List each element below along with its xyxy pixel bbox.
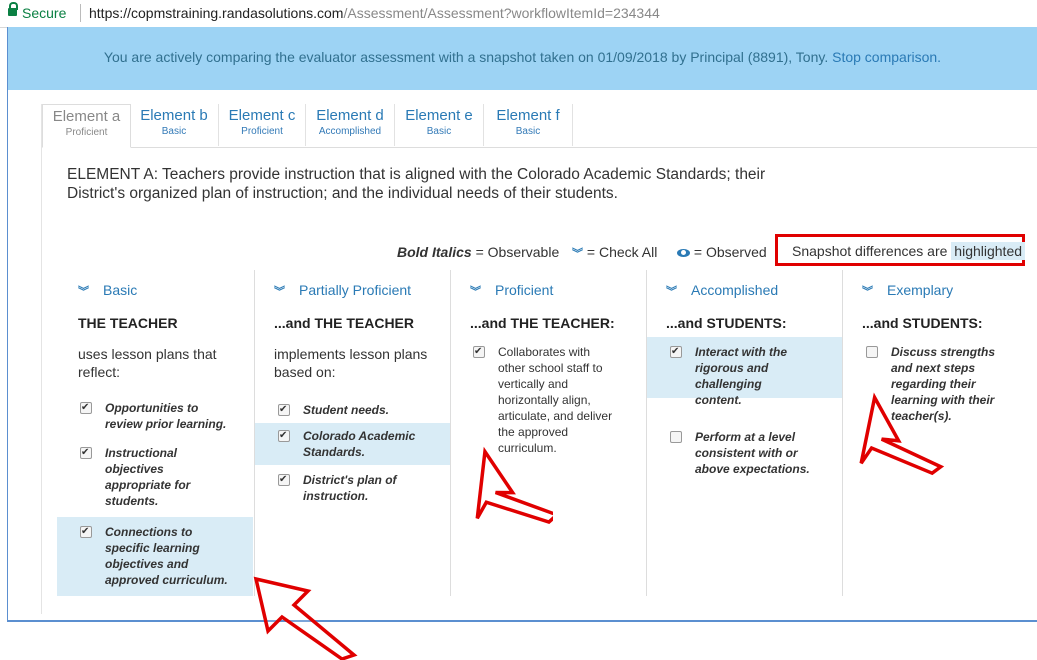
checkbox-checked[interactable]: [80, 400, 92, 416]
legend-check-all-text: = Check All: [586, 244, 658, 260]
legend-observed-text: = Observed: [693, 244, 767, 260]
rubric-item-text: District's plan of instruction.: [303, 473, 397, 503]
tab-element-c[interactable]: Element c Proficient: [219, 104, 306, 146]
eye-icon: [677, 249, 690, 258]
annotation-arrow-icon: [475, 446, 553, 525]
element-tabs: Element a Proficient Element b Basic Ele…: [42, 104, 1037, 148]
rubric-item-text: Colorado Academic Standards.: [303, 429, 416, 459]
chevron-double-down-icon: ︾: [862, 286, 873, 298]
lock-icon: [8, 2, 18, 16]
annotation-arrow-icon: [859, 392, 945, 476]
snapshot-differences-callout: Snapshot differences are highlighted: [775, 234, 1026, 266]
checkbox-unchecked[interactable]: [670, 431, 682, 443]
checkbox-checked[interactable]: [278, 472, 290, 488]
secure-label: Secure: [22, 5, 67, 21]
checkbox-checked[interactable]: [80, 524, 92, 540]
column-subheading: ...and THE TEACHER:: [470, 315, 615, 331]
checkbox-unchecked[interactable]: [866, 346, 878, 358]
column-subheading: THE TEACHER: [78, 315, 178, 331]
content-left-border: [41, 104, 42, 614]
rubric-column-accomplished: ︾ Accomplished ...and STUDENTS: Interact …: [646, 272, 842, 602]
tab-element-d[interactable]: Element d Accomplished: [306, 104, 395, 146]
chevron-double-down-icon: ︾: [572, 248, 583, 260]
legend-observable: Bold Italics = Observable: [397, 244, 559, 260]
rubric-item-text: Instructional objectives appropriate for…: [105, 446, 191, 508]
tab-element-f[interactable]: Element f Basic: [484, 104, 573, 146]
check-all-basic[interactable]: ︾ Basic: [78, 282, 137, 299]
tab-element-e[interactable]: Element e Basic: [395, 104, 484, 146]
tab-rating: Proficient: [65, 127, 108, 138]
tab-label: Element d: [316, 107, 384, 124]
checkbox-checked[interactable]: [473, 344, 485, 360]
legend-observed: = Observed: [677, 244, 767, 260]
rubric-item-text: Collaborates with other school staff to …: [498, 345, 613, 455]
column-heading: Basic: [103, 282, 138, 298]
legend-check-all: ︾ = Check All: [572, 244, 657, 261]
check-all-proficient[interactable]: ︾ Proficient: [470, 282, 553, 299]
legend-bold-italics: Bold Italics: [397, 244, 472, 260]
tab-label: Element b: [140, 107, 208, 124]
tab-label: Element a: [52, 108, 121, 125]
check-all-exemplary[interactable]: ︾ Exemplary: [862, 282, 953, 299]
rubric-item-text: Interact with the rigorous and challengi…: [695, 345, 788, 407]
banner-text: You are actively comparing the evaluator…: [103, 49, 829, 65]
rubric-item-text: Opportunities to review prior learning.: [105, 401, 227, 431]
column-intro: uses lesson plans that reflect:: [78, 346, 217, 380]
check-all-accomplished[interactable]: ︾ Accomplished: [666, 282, 778, 299]
annotation-arrow-icon: [253, 576, 358, 660]
tab-rating: Basic: [161, 126, 187, 137]
rubric-column-partially-proficient: ︾ Partially Proficient ...and THE TEACHER…: [254, 272, 450, 602]
tab-label: Element c: [228, 107, 296, 124]
stop-comparison-link[interactable]: Stop comparison.: [832, 49, 941, 65]
checkbox-checked[interactable]: [670, 344, 682, 360]
chevron-double-down-icon: ︾: [78, 286, 89, 298]
rubric-item-text: Student needs.: [303, 403, 390, 417]
tab-element-b[interactable]: Element b Basic: [130, 104, 219, 146]
column-subheading: ...and THE TEACHER: [274, 315, 415, 331]
url-text[interactable]: https://copmstraining.randasolutions.com…: [89, 5, 660, 21]
tab-rating: Accomplished: [318, 126, 382, 137]
browser-address-bar[interactable]: Secure https://copmstraining.randasoluti…: [0, 0, 1037, 28]
rubric-item-text: Connections to specific learning objecti…: [105, 525, 228, 587]
comparison-banner: You are actively comparing the evaluator…: [8, 27, 1037, 90]
snapshot-highlight-sample: highlighted: [951, 242, 1026, 260]
chevron-double-down-icon: ︾: [666, 286, 677, 298]
column-heading: Accomplished: [691, 282, 779, 298]
chevron-double-down-icon: ︾: [470, 286, 481, 298]
checkbox-checked[interactable]: [80, 445, 92, 461]
tab-element-a[interactable]: Element a Proficient: [42, 104, 131, 148]
column-heading: Exemplary: [887, 282, 954, 298]
chevron-double-down-icon: ︾: [274, 286, 285, 298]
url-host: https://copmstraining.randasolutions.com: [89, 5, 344, 21]
rubric-column-proficient: ︾ Proficient ...and THE TEACHER: Collabor…: [450, 272, 646, 602]
column-heading: Proficient: [495, 282, 554, 298]
tab-label: Element e: [405, 107, 473, 124]
column-subheading: ...and STUDENTS:: [666, 315, 787, 331]
tab-rating: Proficient: [241, 126, 283, 137]
column-subheading: ...and STUDENTS:: [862, 315, 983, 331]
rubric-item-text: Perform at a level consistent with or ab…: [695, 430, 810, 476]
rubric-column-basic: ︾ Basic THE TEACHER uses lesson plans tha…: [58, 272, 254, 602]
checkbox-checked[interactable]: [278, 428, 290, 444]
tab-rating: Basic: [515, 126, 541, 137]
column-intro: implements lesson plans based on:: [274, 346, 428, 380]
column-heading: Partially Proficient: [299, 282, 412, 298]
address-divider: [80, 4, 81, 22]
element-description: ELEMENT A: Teachers provide instruction …: [67, 166, 766, 202]
url-path: /Assessment/Assessment?workflowItemId=23…: [343, 5, 660, 21]
check-all-partially-proficient[interactable]: ︾ Partially Proficient: [274, 282, 411, 299]
tab-rating: Basic: [426, 126, 452, 137]
checkbox-checked[interactable]: [278, 402, 290, 418]
legend-observable-text: = Observable: [475, 244, 560, 260]
snapshot-prefix: Snapshot differences are: [792, 243, 948, 259]
tab-label: Element f: [496, 107, 560, 124]
